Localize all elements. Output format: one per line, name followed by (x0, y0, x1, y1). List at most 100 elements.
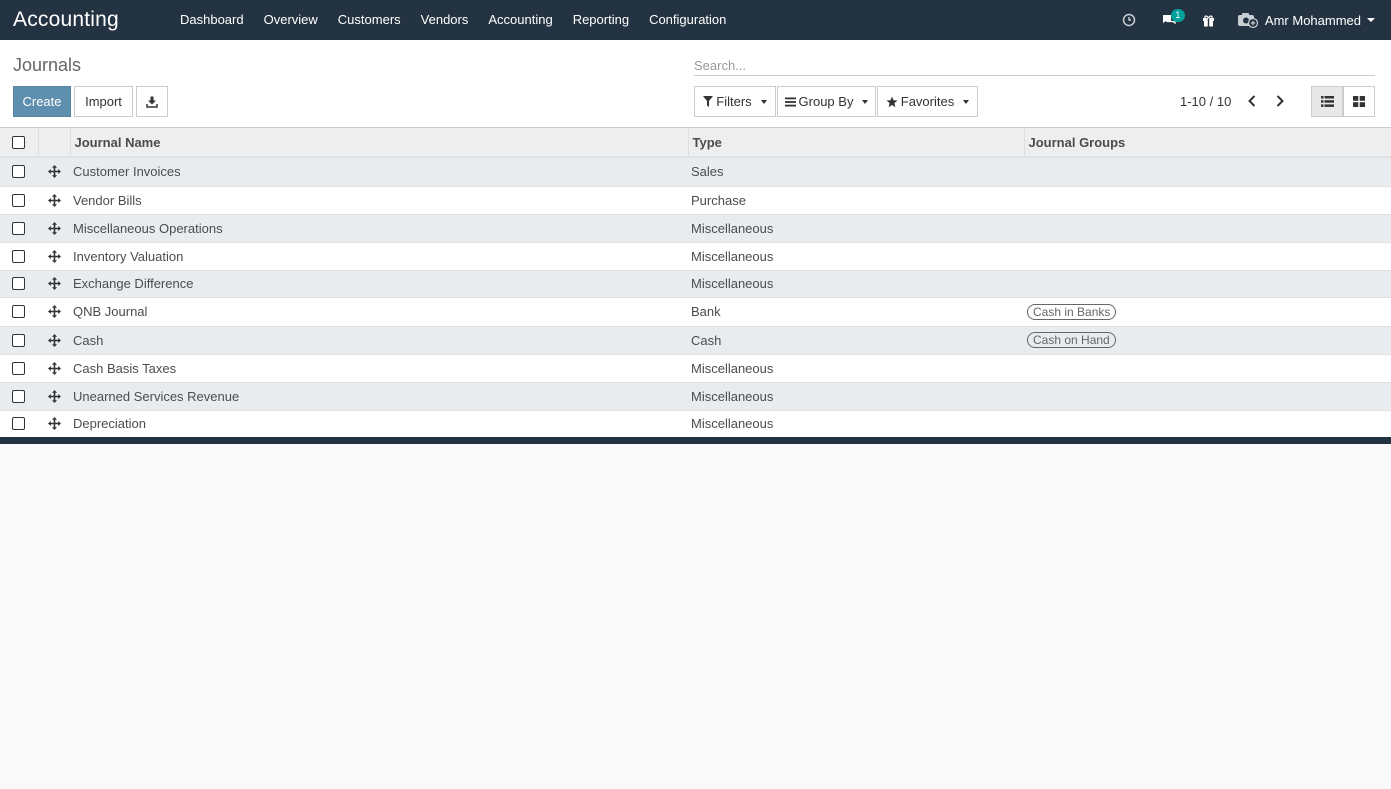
row-handle-cell (38, 382, 70, 410)
cell-type[interactable]: Miscellaneous (688, 382, 1024, 410)
menu-overview[interactable]: Overview (254, 0, 328, 40)
table-row[interactable]: Exchange Difference Miscellaneous (0, 270, 1391, 297)
row-checkbox[interactable] (12, 361, 25, 375)
drag-handle-icon[interactable] (38, 165, 70, 179)
table-row[interactable]: QNB Journal Bank Cash in Banks (0, 297, 1391, 326)
cell-journal-groups[interactable] (1024, 270, 1391, 297)
drag-handle-icon[interactable] (38, 389, 70, 403)
table-row[interactable]: Inventory Valuation Miscellaneous (0, 242, 1391, 270)
favorites-caret-icon (963, 99, 970, 104)
row-checkbox[interactable] (12, 389, 25, 403)
filters-button[interactable]: Filters (694, 86, 776, 117)
list-view-button[interactable] (1311, 86, 1343, 117)
cell-journal-name[interactable]: Exchange Difference (70, 270, 688, 297)
drag-handle-icon[interactable] (38, 333, 70, 347)
export-button[interactable] (136, 86, 168, 117)
cell-journal-name[interactable]: Vendor Bills (70, 186, 688, 214)
drag-handle-icon[interactable] (38, 277, 70, 290)
kanban-view-button[interactable] (1343, 86, 1375, 117)
row-checkbox[interactable] (12, 305, 25, 318)
cell-journal-name[interactable]: Miscellaneous Operations (70, 214, 688, 242)
breadcrumb: Journals (13, 55, 82, 75)
cell-journal-name[interactable]: Customer Invoices (70, 157, 688, 186)
menu-dashboard[interactable]: Dashboard (170, 0, 254, 40)
cell-type[interactable]: Cash (688, 326, 1024, 354)
user-caret-icon (1367, 18, 1375, 22)
cell-type[interactable]: Miscellaneous (688, 270, 1024, 297)
menu-customers[interactable]: Customers (328, 0, 411, 40)
cell-type[interactable]: Sales (688, 157, 1024, 186)
row-checkbox[interactable] (12, 417, 25, 430)
column-header-journal-name[interactable]: Journal Name (69, 128, 688, 158)
cell-type[interactable]: Miscellaneous (688, 242, 1024, 270)
cell-journal-groups[interactable] (1024, 157, 1391, 186)
menu-vendors[interactable]: Vendors (411, 0, 479, 40)
table-row[interactable]: Cash Cash Cash on Hand (0, 326, 1391, 354)
cell-type[interactable]: Miscellaneous (688, 410, 1024, 437)
cell-type[interactable]: Purchase (688, 186, 1024, 214)
cell-journal-name[interactable]: Cash Basis Taxes (70, 354, 688, 382)
cell-journal-groups[interactable] (1024, 186, 1391, 214)
gift-icon[interactable] (1189, 0, 1229, 40)
messages-icon[interactable]: 1 (1149, 0, 1189, 40)
main-menu: Dashboard Overview Customers Vendors Acc… (170, 0, 736, 40)
handle-header (37, 128, 70, 158)
app-title[interactable]: Accounting (0, 0, 170, 40)
row-checkbox[interactable] (12, 221, 25, 235)
drag-handle-icon[interactable] (38, 249, 70, 263)
activity-clock-icon[interactable] (1109, 0, 1149, 40)
table-row[interactable]: Customer Invoices Sales (0, 157, 1391, 186)
row-select-cell (0, 242, 38, 270)
menu-reporting[interactable]: Reporting (563, 0, 639, 40)
select-all-cell (0, 128, 38, 158)
cell-type[interactable]: Bank (688, 297, 1024, 326)
group-by-label: Group By (798, 94, 854, 109)
table-row[interactable]: Cash Basis Taxes Miscellaneous (0, 354, 1391, 382)
create-button[interactable]: Create (13, 86, 71, 117)
cell-journal-name[interactable]: Cash (70, 326, 688, 354)
row-checkbox[interactable] (12, 165, 25, 179)
row-checkbox[interactable] (12, 193, 25, 207)
favorites-button[interactable]: Favorites (877, 86, 978, 117)
pager-next-button[interactable] (1269, 90, 1291, 112)
drag-handle-icon[interactable] (38, 193, 70, 207)
cell-journal-groups[interactable] (1024, 410, 1391, 437)
menu-configuration[interactable]: Configuration (639, 0, 736, 40)
search-input[interactable] (694, 54, 1375, 76)
pager-value[interactable]: 1-10 / 10 (1180, 94, 1231, 109)
cell-journal-groups[interactable] (1024, 354, 1391, 382)
table-row[interactable]: Miscellaneous Operations Miscellaneous (0, 214, 1391, 242)
table-row[interactable]: Depreciation Miscellaneous (0, 410, 1391, 437)
cell-journal-groups[interactable] (1024, 382, 1391, 410)
cell-journal-groups[interactable] (1024, 214, 1391, 242)
cell-journal-name[interactable]: Unearned Services Revenue (70, 382, 688, 410)
row-checkbox[interactable] (12, 333, 25, 347)
cell-journal-name[interactable]: QNB Journal (70, 297, 688, 326)
import-button[interactable]: Import (74, 86, 133, 117)
drag-handle-icon[interactable] (38, 305, 70, 318)
cell-journal-groups[interactable] (1024, 242, 1391, 270)
drag-handle-icon[interactable] (38, 361, 70, 375)
group-by-button[interactable]: Group By (777, 86, 876, 117)
cell-type[interactable]: Miscellaneous (688, 354, 1024, 382)
column-header-type[interactable]: Type (687, 128, 1024, 158)
drag-handle-icon[interactable] (38, 221, 70, 235)
cell-type[interactable]: Miscellaneous (688, 214, 1024, 242)
pager-previous-button[interactable] (1241, 90, 1263, 112)
user-menu[interactable]: Amr Mohammed (1229, 0, 1391, 40)
cell-journal-name[interactable]: Inventory Valuation (70, 242, 688, 270)
cell-journal-groups[interactable]: Cash on Hand (1024, 326, 1391, 354)
menu-accounting[interactable]: Accounting (478, 0, 562, 40)
row-checkbox[interactable] (12, 249, 25, 263)
table-row[interactable]: Unearned Services Revenue Miscellaneous (0, 382, 1391, 410)
row-handle-cell (38, 157, 70, 186)
select-all-checkbox[interactable] (12, 135, 25, 149)
table-row[interactable]: Vendor Bills Purchase (0, 186, 1391, 214)
search-box (694, 54, 1375, 76)
drag-handle-icon[interactable] (38, 417, 70, 430)
cell-journal-name[interactable]: Depreciation (70, 410, 688, 437)
column-header-journal-groups[interactable]: Journal Groups (1023, 128, 1391, 158)
user-avatar-icon (1237, 13, 1259, 29)
cell-journal-groups[interactable]: Cash in Banks (1024, 297, 1391, 326)
row-checkbox[interactable] (12, 277, 25, 290)
